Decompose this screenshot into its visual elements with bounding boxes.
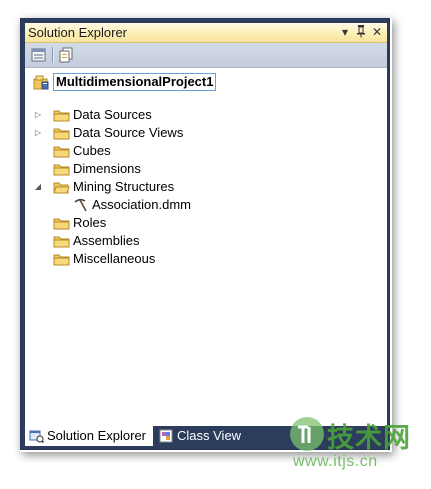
collapse-arrow-icon[interactable]: ◢ [33, 178, 43, 196]
mining-pick-icon [72, 197, 89, 213]
show-all-files-button[interactable] [57, 46, 75, 64]
expand-arrow-icon[interactable]: ▷ [33, 106, 43, 124]
site-watermark: 技术网 www.itjs.cn [285, 410, 425, 480]
folder-icon [53, 215, 70, 231]
folder-icon [53, 251, 70, 267]
tree-item-label: Data Source Views [73, 125, 184, 140]
folder-icon [53, 107, 70, 123]
pin-icon [357, 25, 365, 38]
folder-icon [53, 143, 70, 159]
watermark-logo-icon [290, 417, 324, 451]
screenshot-stage: Solution Explorer ▾ ✕ MultidimensionalPr… [0, 0, 431, 489]
tab-label: Solution Explorer [47, 428, 146, 443]
title-bar[interactable]: Solution Explorer ▾ ✕ [25, 23, 387, 43]
folder-icon [53, 233, 70, 249]
tree-item-label: Assemblies [73, 233, 140, 248]
tree-item-label: Cubes [73, 143, 111, 158]
toolbar [25, 43, 387, 68]
watermark-url: www.itjs.cn [293, 453, 378, 470]
tree-item-label: Roles [73, 215, 107, 230]
window-title: Solution Explorer [28, 25, 127, 40]
solution-tree[interactable]: MultidimensionalProject1 ▷ Data Sources … [25, 68, 387, 426]
properties-icon [31, 48, 46, 62]
watermark-brand: 技术网 [327, 423, 411, 453]
show-all-files-icon [59, 47, 73, 63]
tab-class-view[interactable]: Class View [155, 426, 250, 446]
folder-open-icon [53, 179, 70, 195]
window-position-dropdown-button[interactable]: ▾ [338, 24, 352, 40]
class-view-icon [159, 429, 174, 443]
folder-icon [53, 161, 70, 177]
toolbar-separator [52, 47, 54, 63]
tree-item-label: Association.dmm [92, 197, 191, 212]
solution-explorer-icon [29, 429, 45, 444]
tree-item-label: Data Sources [73, 107, 152, 122]
solution-explorer-window: Solution Explorer ▾ ✕ MultidimensionalPr… [20, 18, 390, 450]
auto-hide-pin-button[interactable] [354, 24, 368, 40]
tree-item-label: Dimensions [73, 161, 141, 176]
project-icon [33, 74, 50, 90]
project-name-label: MultidimensionalProject1 [53, 73, 217, 91]
tree-item-label: Mining Structures [73, 179, 175, 194]
close-button[interactable]: ✕ [370, 24, 384, 40]
folder-icon [53, 125, 70, 141]
tab-label: Class View [177, 428, 242, 443]
tab-solution-explorer[interactable]: Solution Explorer [25, 426, 153, 446]
tree-item-label: Miscellaneous [73, 251, 156, 266]
expand-arrow-icon[interactable]: ▷ [33, 124, 43, 142]
properties-button[interactable] [30, 46, 48, 64]
